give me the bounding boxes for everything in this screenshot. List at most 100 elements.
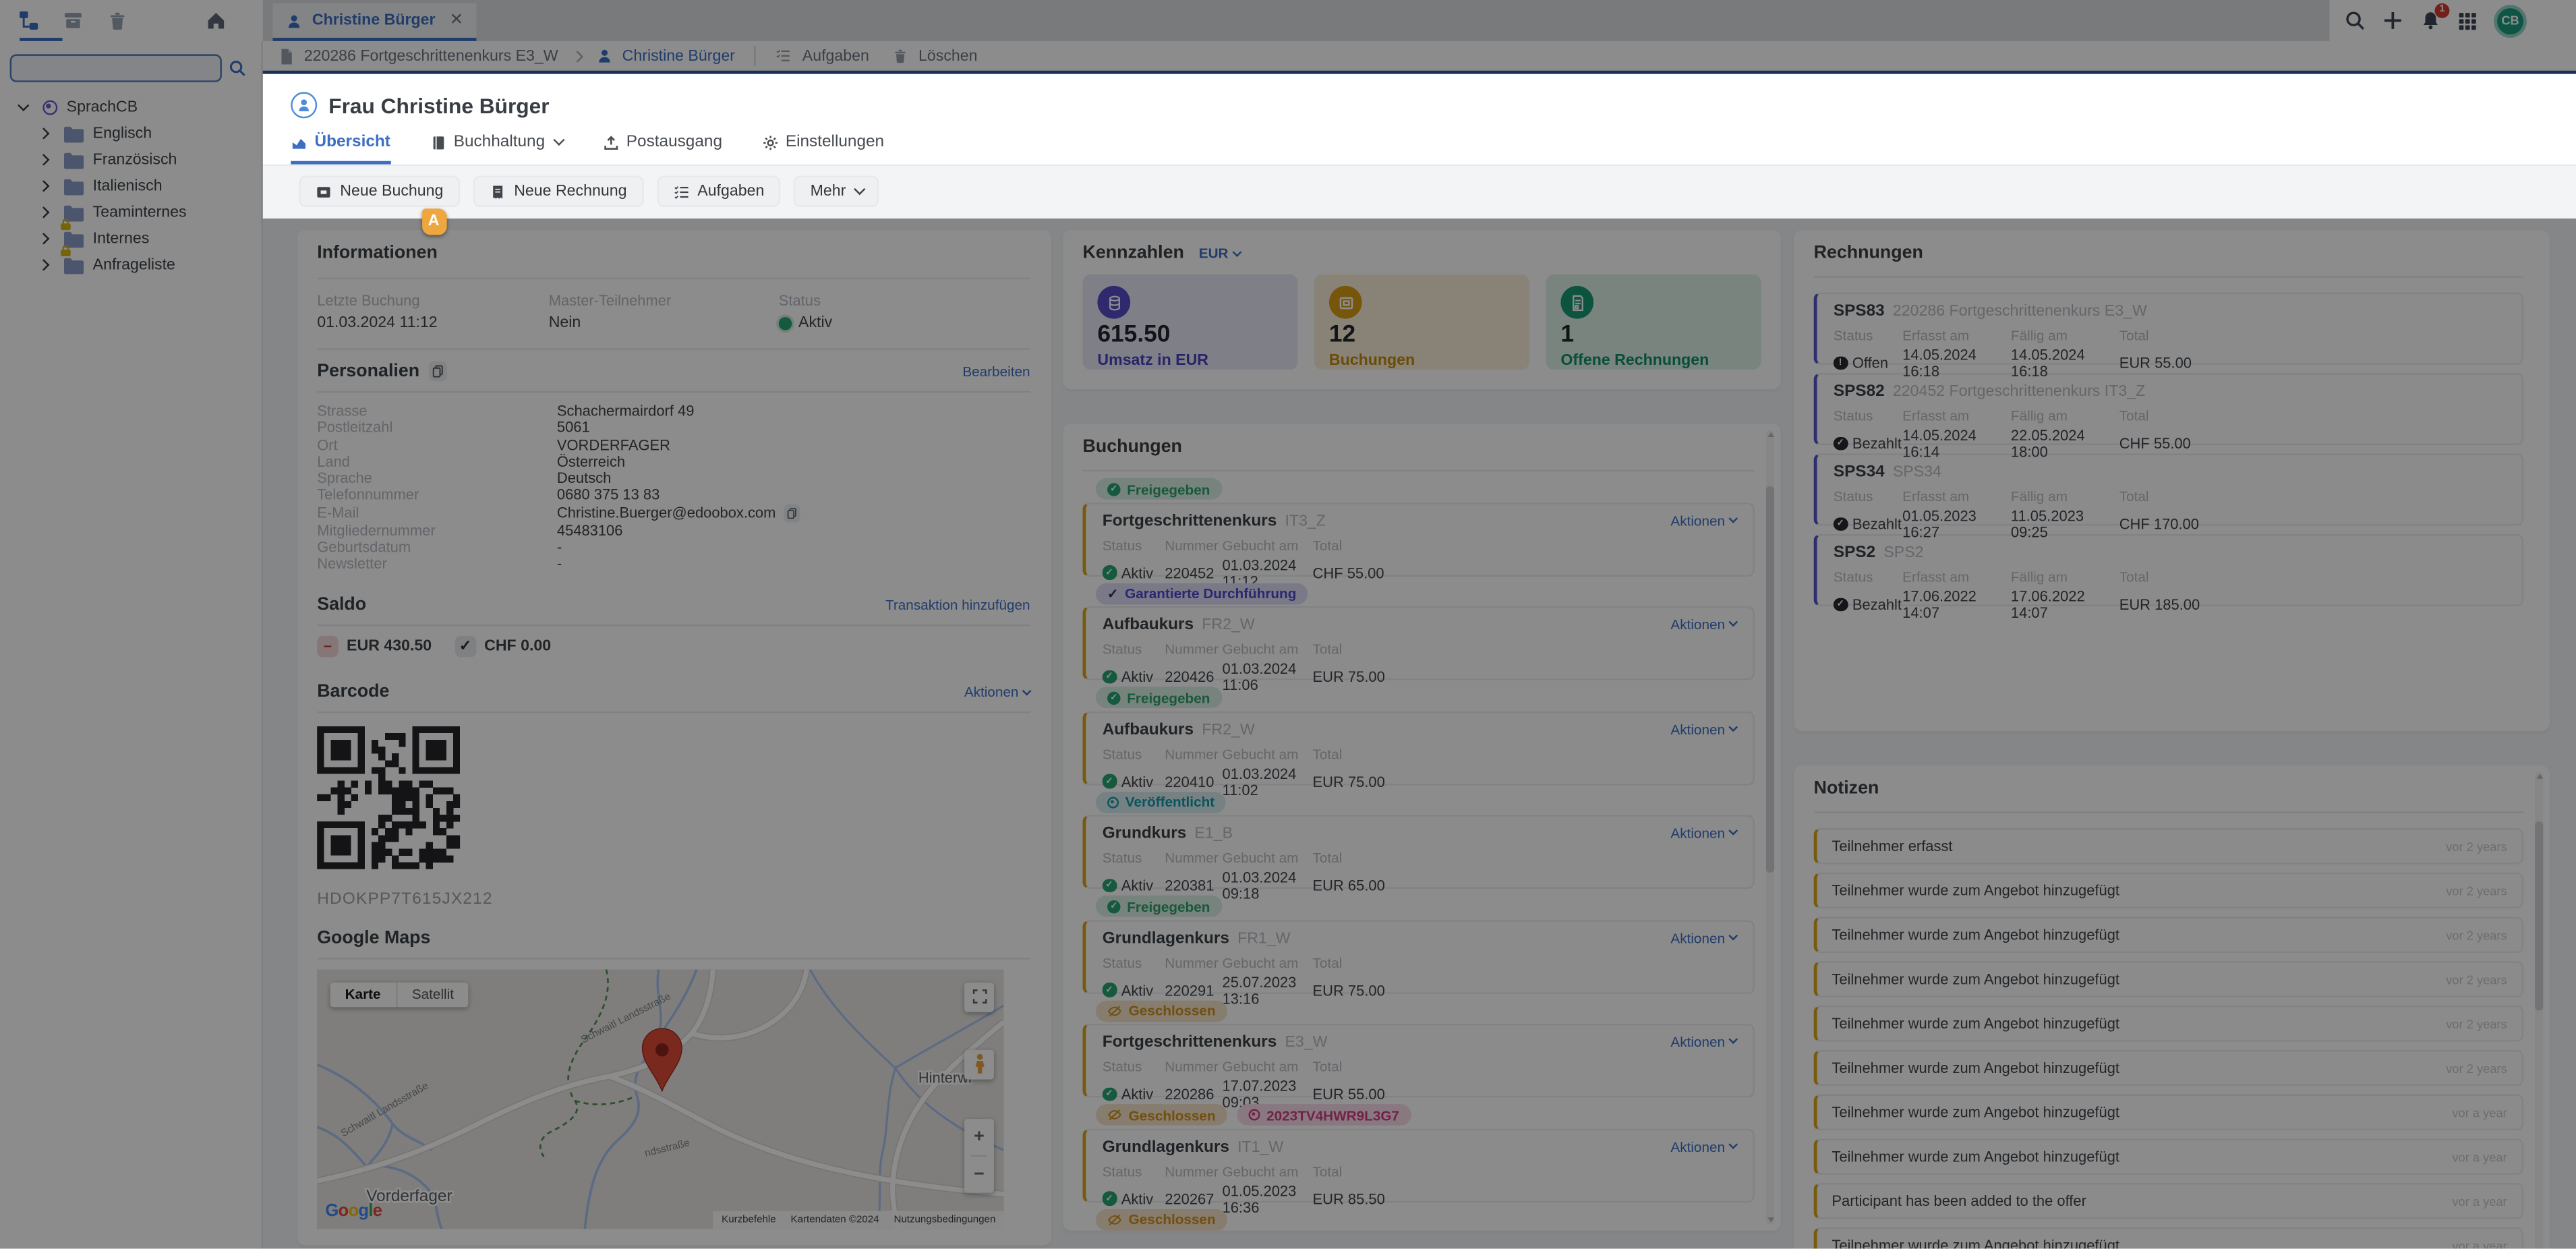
aktionen-link[interactable]: Aktionen [1670,825,1736,841]
zoom-out-button[interactable]: − [964,1156,994,1192]
zoom-in-button[interactable]: + [964,1118,994,1155]
tab-einstellungen[interactable]: Einstellungen [761,133,884,159]
chevron-right-icon[interactable] [38,181,49,192]
sidebar-tree-item[interactable]: Internes [0,225,263,252]
status-circle-icon: ✓ [1834,598,1848,612]
apps-grid-icon[interactable] [2456,9,2479,32]
breadcrumb-tasks-button[interactable]: Aufgaben [802,47,869,65]
fullscreen-button[interactable] [964,982,994,1012]
scroll-up-icon[interactable] [2536,774,2542,778]
sidebar-tree-item[interactable]: Teaminternes [0,199,263,225]
personalien-row: Strasse Schachermairdorf 49 [317,403,1030,419]
note-item[interactable]: Teilnehmer wurde zum Angebot hinzugefügt… [1814,1227,2523,1249]
trash-icon[interactable] [105,9,128,32]
chevron-right-icon[interactable] [38,207,49,218]
mehr-button[interactable]: Mehr [794,176,879,207]
scroll-down-icon[interactable] [1767,1217,1774,1222]
transaktion-hinzufuegen-link[interactable]: Transaktion hinzufügen [885,596,1030,612]
sidebar-tree-item[interactable]: Anfrageliste [0,252,263,278]
neue-buchung-button[interactable]: Neue Buchung [299,176,459,207]
invoice-subtitle: 220452 Fortgeschrittenenkurs IT3_Z [1893,383,2505,401]
barcode-aktionen-link[interactable]: Aktionen [964,683,1030,699]
google-map[interactable]: Schwaitl Landsstraße Schwaitl Landsstraß… [317,969,1003,1229]
aktionen-link[interactable]: Aktionen [1670,929,1736,946]
tree-root-sprachcb[interactable]: SprachCB [0,94,263,120]
field-value: Nein [549,314,779,332]
invoice-subtitle: SPS2 [1883,544,2505,562]
currency-selector[interactable]: EUR [1199,245,1240,261]
tab-buchhaltung[interactable]: Buchhaltung [430,133,563,159]
aufgaben-button[interactable]: Aufgaben [656,176,780,207]
note-item[interactable]: Teilnehmer wurde zum Angebot hinzugefügt… [1814,1050,2523,1086]
scroll-up-icon[interactable] [1767,432,1774,437]
aktionen-link[interactable]: Aktionen [1670,512,1736,528]
sidebar-tree-item[interactable]: Französisch [0,146,263,173]
search-icon[interactable] [2343,9,2366,32]
note-item[interactable]: Teilnehmer wurde zum Angebot hinzugefügt… [1814,917,2523,953]
row-label: Telefonnummer [317,487,557,504]
invoice-id: SPS83 [1834,302,1885,320]
course-code: IT3_Z [1285,512,1670,530]
total-cell: EUR 55.00 [2119,347,2506,380]
personalien-row: Land Österreich [317,453,1030,470]
sidebar-search-input[interactable] [10,54,222,82]
user-avatar[interactable]: CB [2494,4,2527,37]
home-icon[interactable] [206,9,227,30]
scrollbar-thumb[interactable] [1766,486,1774,873]
satellite-button[interactable]: Satellit [397,982,469,1007]
archive-icon[interactable] [61,9,84,32]
map-shortcuts-link[interactable]: Kurzbefehle [722,1214,775,1225]
radio-icon [42,99,57,114]
search-icon[interactable] [229,59,247,78]
open-tab-christine-buerger[interactable]: Christine Bürger ✕ [272,3,476,41]
aktionen-link[interactable]: Aktionen [1670,1033,1736,1049]
personalien-row: Mitgliedernummer 45483106 [317,522,1030,539]
breadcrumb-delete-button[interactable]: Löschen [918,47,978,65]
map-canvas: Schwaitl Landsstraße Schwaitl Landsstraß… [317,969,1003,1229]
note-item[interactable]: Teilnehmer wurde zum Angebot hinzugefügt… [1814,1006,2523,1042]
note-timestamp: vor a year [2452,1194,2507,1209]
column-header: Status [1103,1058,1165,1074]
copy-icon[interactable] [784,504,800,522]
chevron-right-icon[interactable] [38,259,49,270]
breadcrumb-course-link[interactable]: 220286 Fortgeschrittenenkurs E3_W [304,47,558,65]
scrollbar-thumb[interactable] [2535,821,2543,1010]
copy-icon[interactable] [430,361,448,381]
tab-close-icon[interactable]: ✕ [450,12,463,28]
column-header: Status [1103,641,1165,657]
tab-uebersicht[interactable]: Übersicht [291,133,390,163]
row-label: Land [317,453,557,470]
column-header: Status [1103,536,1165,552]
chevron-right-icon[interactable] [38,233,49,243]
column-header: Gebucht am [1223,850,1313,866]
sidebar-tree-item[interactable]: Englisch [0,120,263,146]
note-item[interactable]: Participant has been added to the offer … [1814,1183,2523,1219]
aktionen-link[interactable]: Aktionen [1670,1138,1736,1154]
tab-postausgang[interactable]: Postausgang [602,133,722,159]
neue-rechnung-button[interactable]: Neue Rechnung [473,176,643,207]
street-view-pegman-icon[interactable] [964,1049,994,1079]
notifications-bell-icon[interactable]: 1 [2418,9,2441,32]
chevron-down-icon[interactable] [18,99,29,110]
chevron-right-icon[interactable] [38,154,49,165]
map-terms-link[interactable]: Nutzungsbedingungen [894,1214,995,1225]
breadcrumb-person-current[interactable]: Christine Bürger [622,47,735,65]
column-header: Gebucht am [1223,536,1313,552]
add-icon[interactable] [2380,9,2403,32]
column-header: Status [1103,954,1165,970]
note-text: Participant has been added to the offer [1832,1193,2452,1209]
bearbeiten-link[interactable]: Bearbeiten [962,363,1030,379]
aktionen-link[interactable]: Aktionen [1670,616,1736,633]
book-icon [430,134,446,150]
note-item[interactable]: Teilnehmer wurde zum Angebot hinzugefügt… [1814,1095,2523,1131]
chevron-right-icon[interactable] [38,128,49,139]
aktionen-link[interactable]: Aktionen [1670,720,1736,736]
note-item[interactable]: Teilnehmer wurde zum Angebot hinzugefügt… [1814,873,2523,909]
note-item[interactable]: Teilnehmer erfasst vor 2 years [1814,828,2523,865]
tree-view-icon[interactable] [16,9,39,32]
note-item[interactable]: Teilnehmer wurde zum Angebot hinzugefügt… [1814,961,2523,997]
map-button[interactable]: Karte [330,982,396,1007]
sidebar-tree-item[interactable]: Italienisch [0,173,263,199]
note-item[interactable]: Teilnehmer wurde zum Angebot hinzugefügt… [1814,1138,2523,1175]
row-label: Geburtsdatum [317,539,557,556]
